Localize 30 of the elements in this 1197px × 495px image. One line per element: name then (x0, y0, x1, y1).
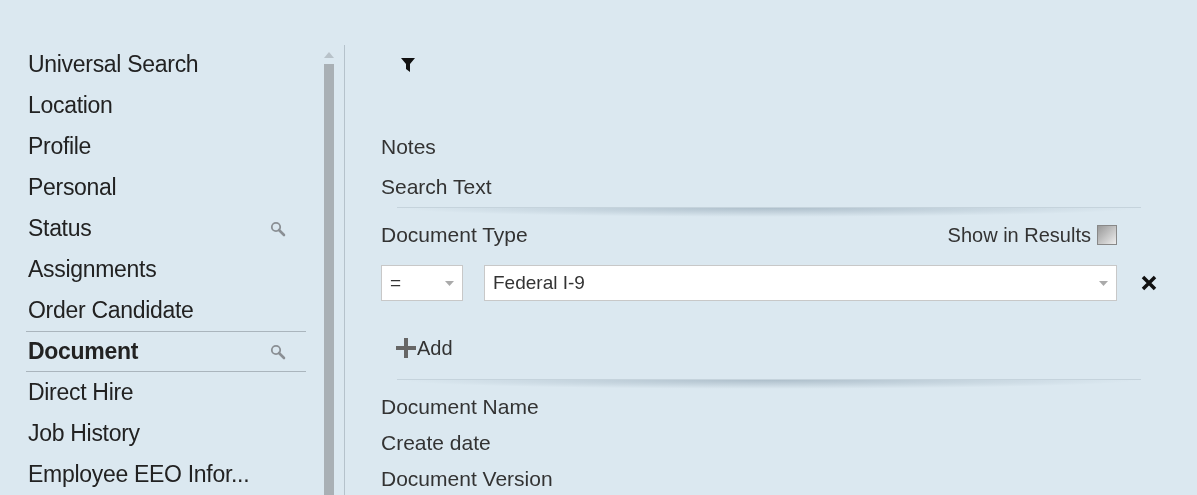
sidebar-item[interactable]: Universal Search (26, 44, 306, 85)
value-dropdown[interactable]: Federal I-9 (484, 265, 1117, 301)
caret-icon (445, 280, 454, 286)
field-label[interactable]: Notes (381, 131, 436, 163)
caret-icon (1099, 280, 1108, 286)
field-label[interactable]: Search Text (381, 171, 492, 203)
field-label[interactable]: Document Name (381, 391, 539, 423)
search-icon[interactable] (270, 343, 286, 360)
sidebar-item[interactable]: Location (26, 85, 306, 126)
sidebar-item[interactable]: Status (26, 208, 306, 249)
sidebar-item[interactable]: Order Candidate (26, 290, 306, 331)
sidebar-item[interactable]: Personal (26, 167, 306, 208)
filter-icon[interactable] (401, 58, 415, 72)
operator-dropdown[interactable]: = (381, 265, 463, 301)
sidebar-item[interactable]: Assignments (26, 249, 306, 290)
scroll-up-icon[interactable] (324, 52, 334, 58)
sidebar-item[interactable]: Document (26, 331, 306, 372)
sidebar-item[interactable]: Profile (26, 126, 306, 167)
search-icon[interactable] (270, 220, 286, 237)
sidebar-item[interactable]: Job History (26, 413, 306, 454)
checkbox[interactable] (1097, 225, 1117, 245)
add-button[interactable]: Add (395, 333, 453, 363)
sidebar-item[interactable]: Employee EEO Infor... (26, 454, 306, 495)
field-label[interactable]: Create date (381, 427, 491, 459)
field-label[interactable]: Document Version (381, 463, 553, 495)
close-icon[interactable] (1141, 275, 1157, 291)
sidebar-item[interactable]: Direct Hire (26, 372, 306, 413)
field-label: Document Type (381, 222, 528, 249)
plus-icon (395, 337, 417, 359)
checkbox-label: Show in Results (947, 223, 1091, 248)
